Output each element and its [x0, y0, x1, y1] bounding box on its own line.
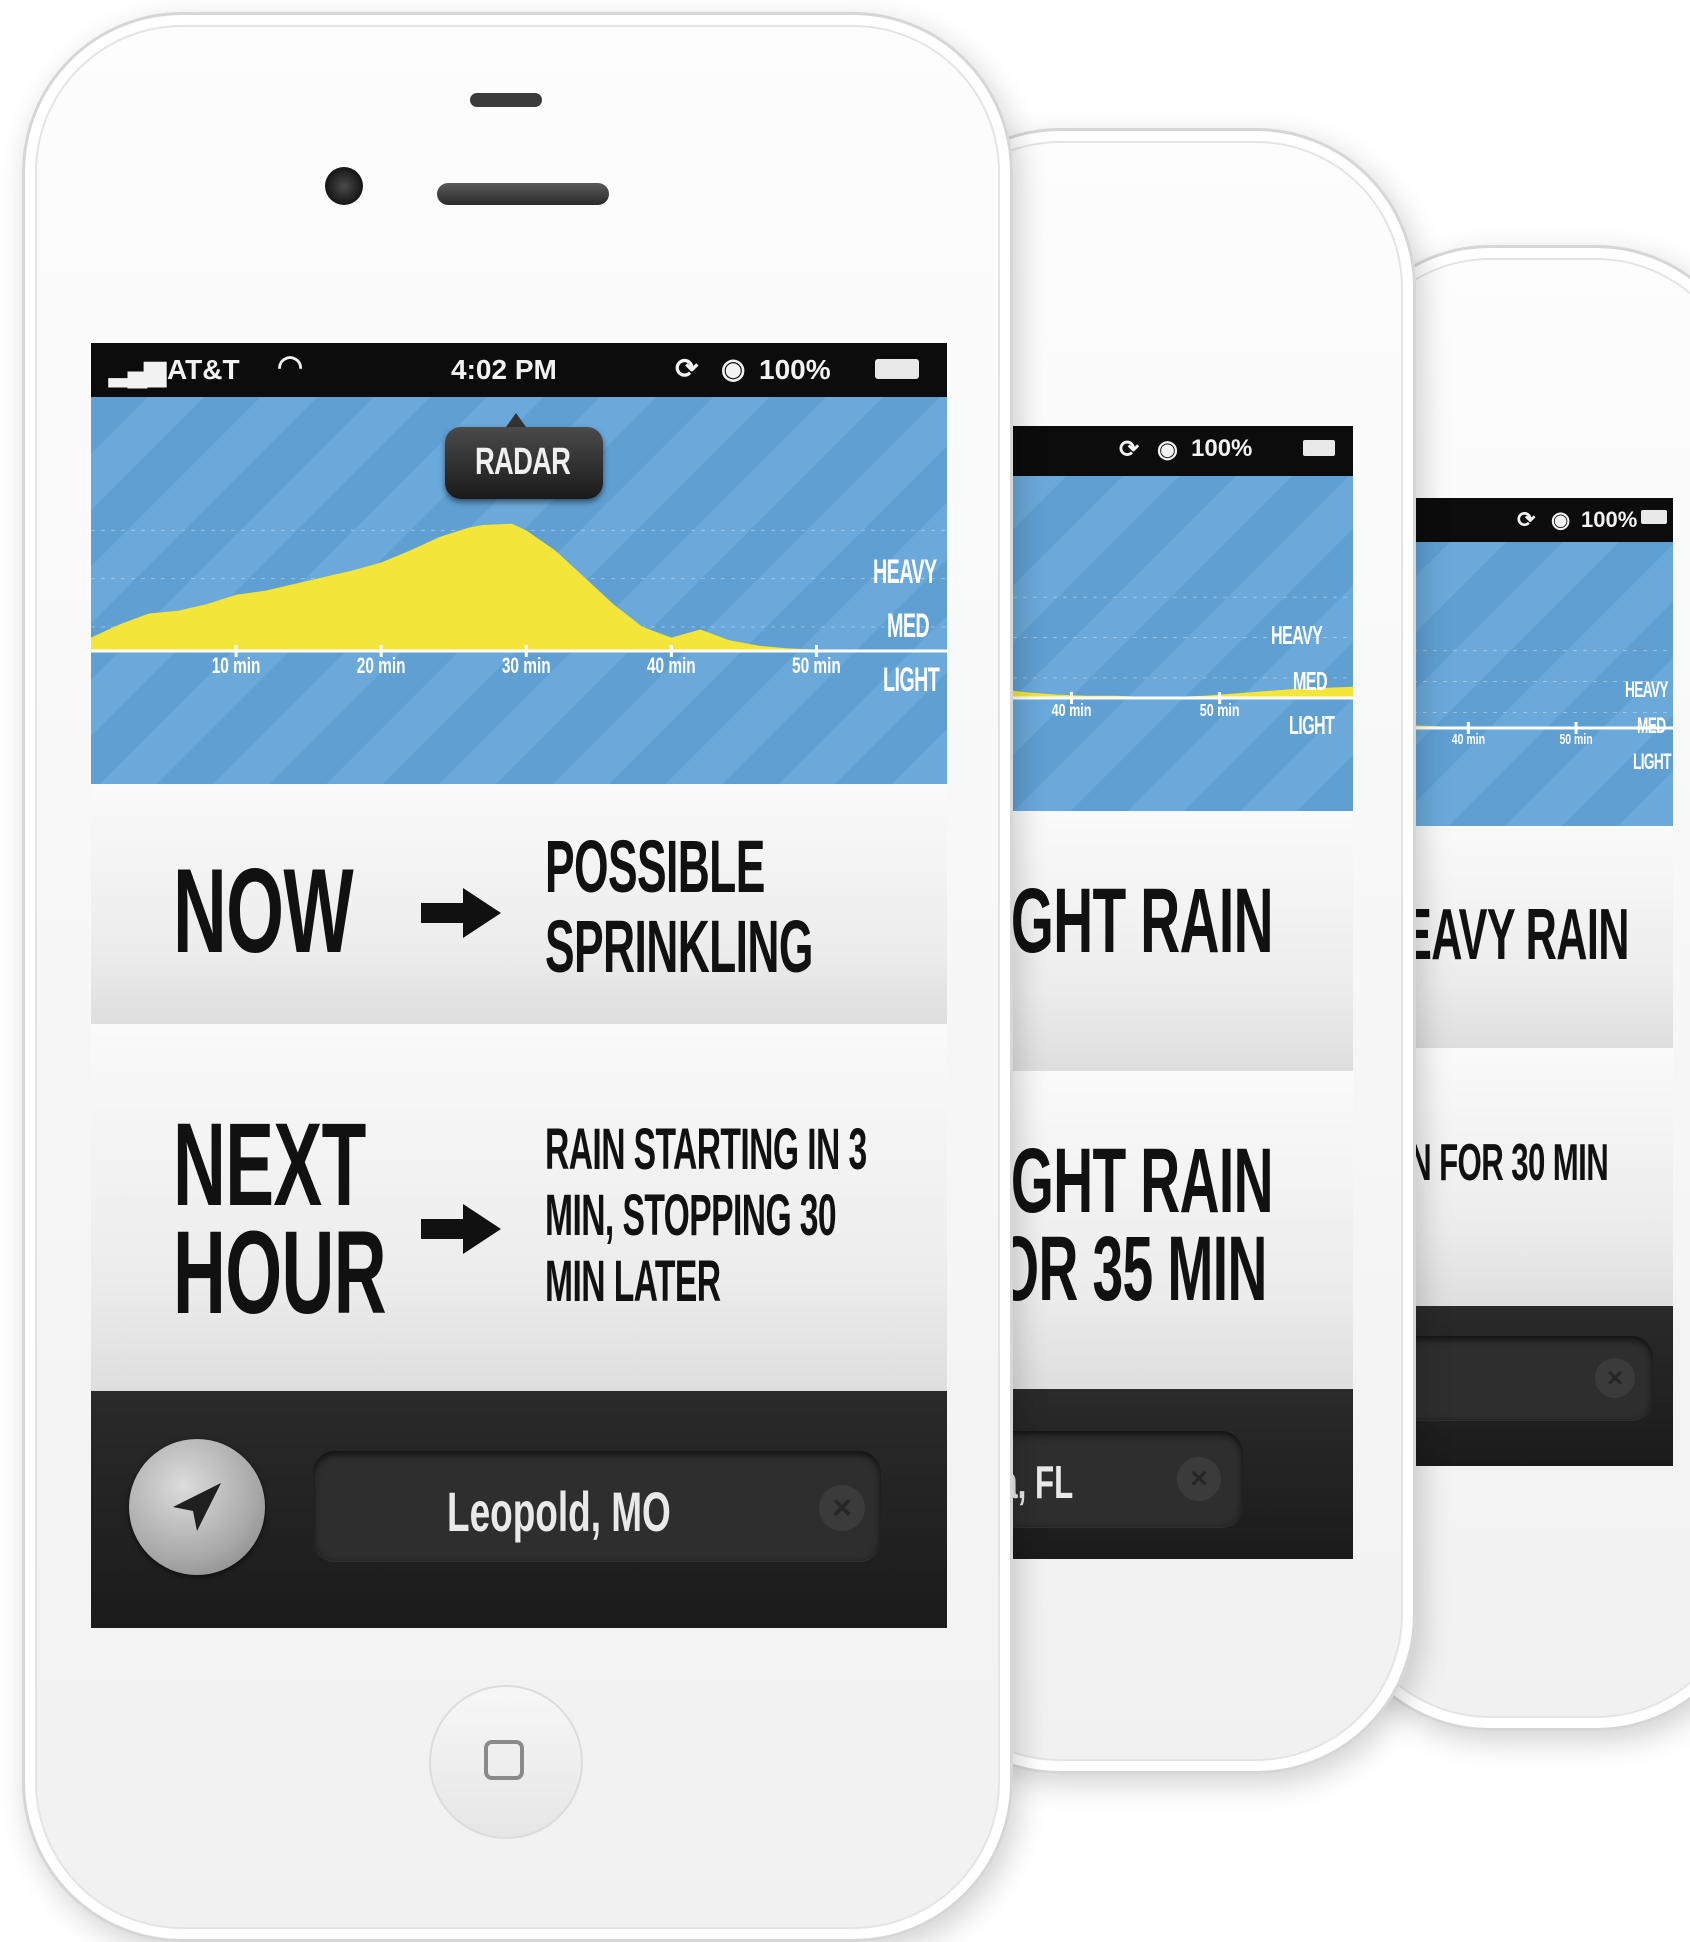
location-field[interactable]: L × — [1393, 1336, 1653, 1420]
intensity-label-heavy: HEAVY — [1271, 620, 1323, 650]
x-tick-label: 40 min — [1452, 730, 1485, 747]
location-text: Leopold, MO — [447, 1480, 671, 1543]
location-arrow-icon — [173, 1483, 221, 1531]
now-section: LIGHT RAIN — [953, 811, 1353, 1073]
alarm-icon: ◉ — [1157, 436, 1178, 463]
x-tick-label: 10 min — [212, 654, 261, 678]
front-camera — [325, 167, 363, 205]
radar-button-label: RADAR — [475, 441, 571, 483]
carrier-name: AT&T — [167, 354, 240, 385]
precip-chart: 40 min50 min R HEAVY MED LIGHT — [953, 476, 1353, 811]
intensity-label-light: LIGHT — [1633, 749, 1671, 774]
phone-back-screen: ⟳ ◉ 100% 40 min 50 min HEAVY MED LIGHT EA… — [1393, 498, 1673, 1466]
phone-front: ▂▄▆ AT&T ◠ 4:02 PM ⟳ ◉ 100% 10 min 20 min… — [22, 12, 1013, 1942]
wifi-icon: ◠ — [277, 350, 304, 383]
bottom-bar: Leopold, MO × — [91, 1391, 947, 1628]
now-summary-line2: SPRINKLING — [545, 905, 813, 988]
x-tick-label: 40 min — [647, 654, 696, 678]
next-hour-summary-line2: MIN, STOPPING 30 — [545, 1183, 837, 1248]
radar-button[interactable]: RADAR — [445, 427, 603, 499]
now-label: NOW — [173, 844, 354, 978]
intensity-label-med: MED — [1293, 666, 1328, 696]
x-tick-label: 50 min — [1200, 701, 1240, 721]
status-bar: M ⟳ ◉ 100% — [953, 426, 1353, 476]
intensity-label-med: MED — [887, 607, 930, 645]
next-hour-section: IN FOR 30 MIN — [1393, 1048, 1673, 1308]
next-hour-summary-line1: RAIN STARTING IN 3 — [545, 1117, 867, 1182]
intensity-label-light: LIGHT — [1289, 710, 1335, 740]
location-field[interactable]: Leopold, MO × — [313, 1451, 881, 1561]
intensity-label-med: MED — [1637, 713, 1666, 738]
precip-area — [91, 523, 933, 651]
battery-icon — [875, 359, 919, 379]
clear-location-button[interactable]: × — [1595, 1358, 1635, 1398]
x-tick-label: 50 min — [792, 654, 841, 678]
battery-percent: 100% — [1581, 507, 1638, 532]
battery-percent: 100% — [759, 354, 831, 385]
signal-icon: ▂▄▆ — [109, 355, 166, 386]
locate-button[interactable] — [129, 1439, 265, 1575]
next-hour-label-line2: HOUR — [173, 1207, 387, 1339]
precip-chart: 40 min 50 min HEAVY MED LIGHT — [1393, 542, 1673, 826]
clear-location-button[interactable]: × — [1177, 1457, 1221, 1501]
intensity-label-heavy: HEAVY — [873, 553, 937, 591]
next-hour-section: NEXT HOUR RAIN STARTING IN 3 MIN, STOPPI… — [91, 1024, 947, 1393]
home-square-icon — [484, 1740, 524, 1780]
alarm-icon: ◉ — [721, 353, 746, 384]
rotation-lock-icon: ⟳ — [1517, 507, 1536, 532]
x-tick-label: 30 min — [502, 654, 551, 678]
intensity-label-light: LIGHT — [883, 661, 940, 699]
now-section: EAVY RAIN — [1393, 826, 1673, 1050]
alarm-icon: ◉ — [1551, 507, 1571, 532]
intensity-label-heavy: HEAVY — [1625, 677, 1669, 702]
phone-front-screen: ▂▄▆ AT&T ◠ 4:02 PM ⟳ ◉ 100% 10 min 20 min… — [91, 343, 947, 1628]
next-hour-summary: IN FOR 30 MIN — [1401, 1134, 1609, 1192]
battery-percent: 100% — [1191, 435, 1253, 462]
rotation-lock-icon: ⟳ — [1119, 436, 1140, 463]
earpiece — [437, 183, 609, 205]
bottom-bar: cola, FL × — [953, 1389, 1353, 1559]
clear-location-button[interactable]: × — [819, 1485, 865, 1531]
x-tick-label: 50 min — [1559, 730, 1592, 747]
now-section: NOW POSSIBLE SPRINKLING — [91, 784, 947, 1026]
now-summary: EAVY RAIN — [1403, 895, 1629, 975]
precip-chart: 10 min 20 min 30 min 40 min 50 min RADAR HEA… — [91, 397, 947, 784]
rotation-lock-icon: ⟳ — [675, 353, 699, 384]
bottom-bar: L × — [1393, 1306, 1673, 1466]
battery-icon — [1303, 440, 1335, 456]
x-tick-label: 40 min — [1052, 701, 1092, 721]
status-bar: ▂▄▆ AT&T ◠ 4:02 PM ⟳ ◉ 100% — [91, 343, 947, 397]
now-summary-line1: POSSIBLE — [545, 825, 765, 908]
battery-icon — [1641, 510, 1667, 524]
home-button[interactable] — [429, 1685, 583, 1839]
next-hour-section: LIGHT RAIN FOR 35 MIN — [953, 1071, 1353, 1391]
phone-middle-screen: M ⟳ ◉ 100% 40 min50 min R HEAVY MED LIGH… — [953, 426, 1353, 1559]
status-time: 4:02 PM — [451, 354, 557, 385]
next-hour-summary-line3: MIN LATER — [545, 1249, 721, 1314]
arrow-right-icon — [421, 1204, 501, 1254]
status-bar: ⟳ ◉ 100% — [1393, 498, 1673, 542]
radar-pointer — [506, 413, 526, 427]
arrow-right-icon — [421, 888, 501, 938]
x-tick-label: 20 min — [357, 654, 406, 678]
camera-top — [470, 93, 542, 107]
